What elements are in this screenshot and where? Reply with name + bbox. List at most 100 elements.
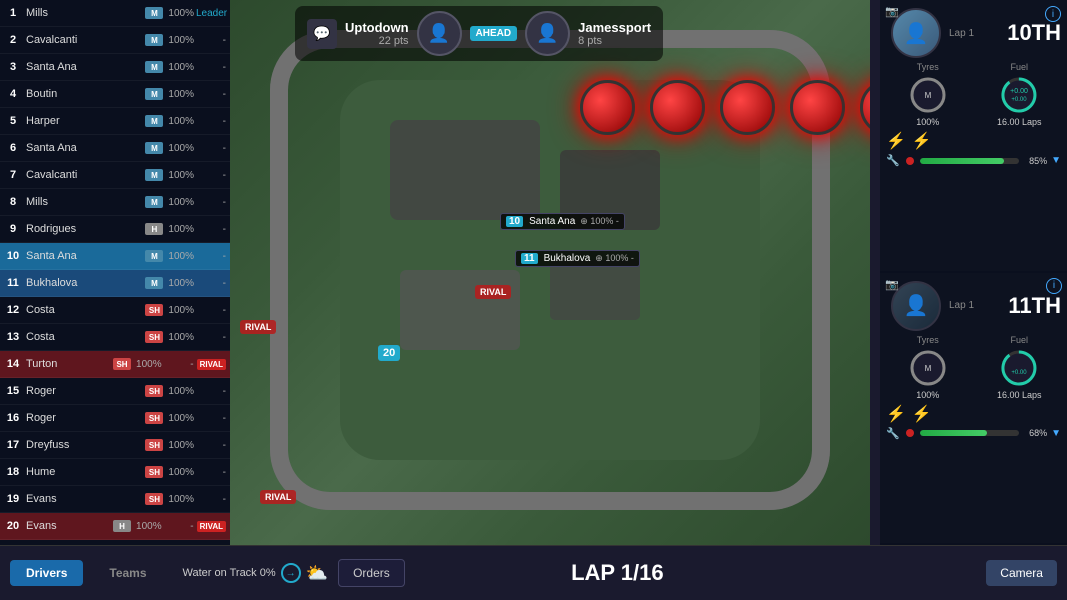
driver-name: Costa [26,331,142,343]
driver-pos: 8 [4,196,22,208]
team-icon: SH [145,304,163,316]
weather-info: Water on Track 0% → ⛅ [183,563,329,584]
card1-fuel-block: Fuel +0.00 +0.00 16.00 Laps [978,62,1062,127]
info-button-2[interactable]: i [1046,278,1062,294]
card2-chevron[interactable]: ▼ [1051,428,1061,439]
driver-row-2[interactable]: 2 Cavalcanti M 100% - [0,27,230,54]
driver-row-12[interactable]: 12 Costa SH 100% - [0,297,230,324]
team-icon: SH [145,439,163,451]
driver-pos: 9 [4,223,22,235]
driver-pct: 100% [168,494,194,505]
driver-row-17[interactable]: 17 Dreyfuss SH 100% - [0,432,230,459]
driver-row-10[interactable]: 10 Santa Ana M 100% - [0,243,230,270]
driver-row-20[interactable]: 20 Evans H 100% - RIVAL [0,513,230,540]
driver-pos: 15 [4,385,22,397]
driver-name: Boutin [26,88,142,100]
card2-tyres-block: Tyres M 100% [886,335,970,400]
driver-name: Evans [26,520,110,532]
driver-name: Cavalcanti [26,34,142,46]
driver-pos: 20 [4,520,22,532]
driver-row-16[interactable]: 16 Roger SH 100% - [0,405,230,432]
driver-row-7[interactable]: 7 Cavalcanti M 100% - [0,162,230,189]
driver-row-3[interactable]: 3 Santa Ana M 100% - [0,54,230,81]
team-icon: M [145,115,163,127]
card2-tyres-pct: 100% [886,390,970,400]
card1-fuel-label: Fuel [978,62,1062,72]
driver-pct: 100% [168,413,194,424]
driver-pos: 6 [4,142,22,154]
card1-boost-icon: ⚡ [912,131,932,151]
driver-pct: 100% [168,89,194,100]
driver-pos: 2 [4,34,22,46]
team-icon: H [113,520,131,532]
track-arrow[interactable]: → [281,563,301,583]
card1-tyres-block: Tyres M 100% [886,62,970,127]
drivers-tab[interactable]: Drivers [10,560,83,586]
team-icon: SH [145,385,163,397]
driver-pct: 100% [136,359,162,370]
driver-row-5[interactable]: 5 Harper M 100% - [0,108,230,135]
info-button-1[interactable]: i [1045,6,1061,22]
driver-row-1[interactable]: 1 Mills M 100% Leader [0,0,230,27]
driver-row-9[interactable]: 9 Rodrigues H 100% - [0,216,230,243]
team1-avatar: 👤 [417,11,462,56]
driver-pos: 4 [4,88,22,100]
team-icon: M [145,61,163,73]
driver-pos: 1 [4,7,22,19]
teams-tab[interactable]: Teams [93,560,162,586]
driver-pos: 11 [4,277,22,289]
start-light-5 [860,80,870,135]
team1-pts: 22 pts [345,35,409,47]
driver-pos: 16 [4,412,22,424]
driver-name: Hume [26,466,142,478]
driver-row-11[interactable]: 11 Bukhalova M 100% - [0,270,230,297]
card1-kers-bar: 🔧 85% ▼ [886,154,1061,167]
team1-name: Uptodown [345,20,409,35]
driver-pos: 14 [4,358,22,370]
driver-pos: 10 [4,250,22,262]
driver-pos: 18 [4,466,22,478]
map-label-10: 10 Santa Ana ⊕ 100% - [500,213,625,230]
driver-name: Costa [26,304,142,316]
rival-badge: RIVAL [197,359,226,370]
camera-icon-1: 📷 [885,5,899,18]
camera-icon-2: 📷 [885,278,899,291]
driver-row-19[interactable]: 19 Evans SH 100% - [0,486,230,513]
team-icon: SH [145,331,163,343]
team-icon: M [145,196,163,208]
driver-name: Santa Ana [26,250,142,262]
card1-progress-fill [920,158,1004,164]
weather-icon: ⛅ [306,563,328,584]
orders-button[interactable]: Orders [338,559,405,587]
card1-chevron[interactable]: ▼ [1051,155,1061,166]
driver-pos: 5 [4,115,22,127]
driver-pct: 100% [168,143,194,154]
map-label-11: 11 Bukhalova ⊕ 100% - [515,250,640,267]
driver-row-18[interactable]: 18 Hume SH 100% - [0,459,230,486]
svg-text:M: M [924,91,931,100]
chat-button[interactable]: 💬 [307,19,337,49]
driver-row-8[interactable]: 8 Mills M 100% - [0,189,230,216]
map-rival-1: RIVAL [475,285,511,299]
driver-cards-panel: 📷 i 👤 Lap 1 10TH Tyres M 100% [880,0,1067,545]
lap-bar: Drivers Teams Water on Track 0% → ⛅ Orde… [0,545,1067,600]
driver-row-14[interactable]: 14 Turton SH 100% - RIVAL [0,351,230,378]
driver-name: Roger [26,385,142,397]
svg-text:+0.00: +0.00 [1012,370,1028,376]
camera-button[interactable]: Camera [986,560,1057,586]
driver-pct: 100% [168,440,194,451]
svg-text:+0.00: +0.00 [1010,88,1028,95]
driver-row-4[interactable]: 4 Boutin M 100% - [0,81,230,108]
driver-pct: 100% [168,35,194,46]
team-icon: SH [145,493,163,505]
map-rival-2: RIVAL [240,320,276,334]
driver-pct: 100% [168,197,194,208]
driver-pct: 100% [136,521,162,532]
card2-tyres-label: Tyres [886,335,970,345]
driver-name: Mills [26,7,142,19]
driver-name: Rodrigues [26,223,142,235]
driver-row-15[interactable]: 15 Roger SH 100% - [0,378,230,405]
driver-row-6[interactable]: 6 Santa Ana M 100% - [0,135,230,162]
driver-pos: 3 [4,61,22,73]
driver-row-13[interactable]: 13 Costa SH 100% - [0,324,230,351]
